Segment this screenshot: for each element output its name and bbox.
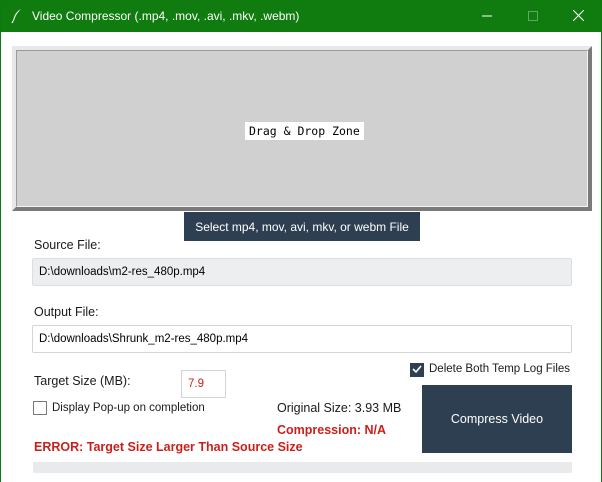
select-file-button[interactable]: Select mp4, mov, avi, mkv, or webm File — [184, 212, 420, 241]
close-icon — [572, 9, 584, 24]
compress-video-button[interactable]: Compress Video — [422, 385, 572, 453]
maximize-icon — [528, 10, 538, 24]
checkmark-icon — [412, 363, 422, 377]
output-file-label: Output File: — [34, 305, 99, 319]
drag-drop-zone[interactable]: Drag & Drop Zone — [12, 46, 592, 211]
close-button[interactable] — [555, 1, 601, 32]
minimize-button[interactable] — [464, 1, 510, 32]
target-size-label: Target Size (MB): — [34, 374, 131, 388]
title-bar[interactable]: Video Compressor (.mp4, .mov, .avi, .mkv… — [1, 1, 601, 32]
original-size-text: Original Size: 3.93 MB — [277, 401, 402, 415]
maximize-button[interactable] — [510, 1, 556, 32]
source-file-field[interactable]: D:\downloads\m2-res_480p.mp4 — [32, 258, 572, 286]
progress-bar — [33, 462, 572, 473]
delete-logs-checkbox[interactable] — [410, 363, 424, 377]
drop-zone-label: Drag & Drop Zone — [245, 122, 364, 140]
window-title: Video Compressor (.mp4, .mov, .avi, .mkv… — [32, 9, 300, 23]
feather-icon — [10, 8, 24, 24]
delete-logs-label[interactable]: Delete Both Temp Log Files — [429, 363, 570, 375]
minimize-icon — [482, 10, 492, 24]
source-file-label: Source File: — [34, 238, 101, 252]
output-file-field[interactable]: D:\downloads\Shrunk_m2-res_480p.mp4 — [32, 325, 572, 353]
popup-checkbox[interactable] — [33, 401, 47, 415]
popup-label[interactable]: Display Pop-up on completion — [52, 402, 205, 414]
app-window: Video Compressor (.mp4, .mov, .avi, .mkv… — [0, 0, 602, 482]
compression-status: Compression: N/A — [277, 423, 387, 437]
main-panel: Drag & Drop Zone Select mp4, mov, avi, m… — [1, 32, 601, 482]
error-message: ERROR: Target Size Larger Than Source Si… — [34, 440, 303, 454]
target-size-input[interactable]: 7.9 — [181, 370, 226, 398]
